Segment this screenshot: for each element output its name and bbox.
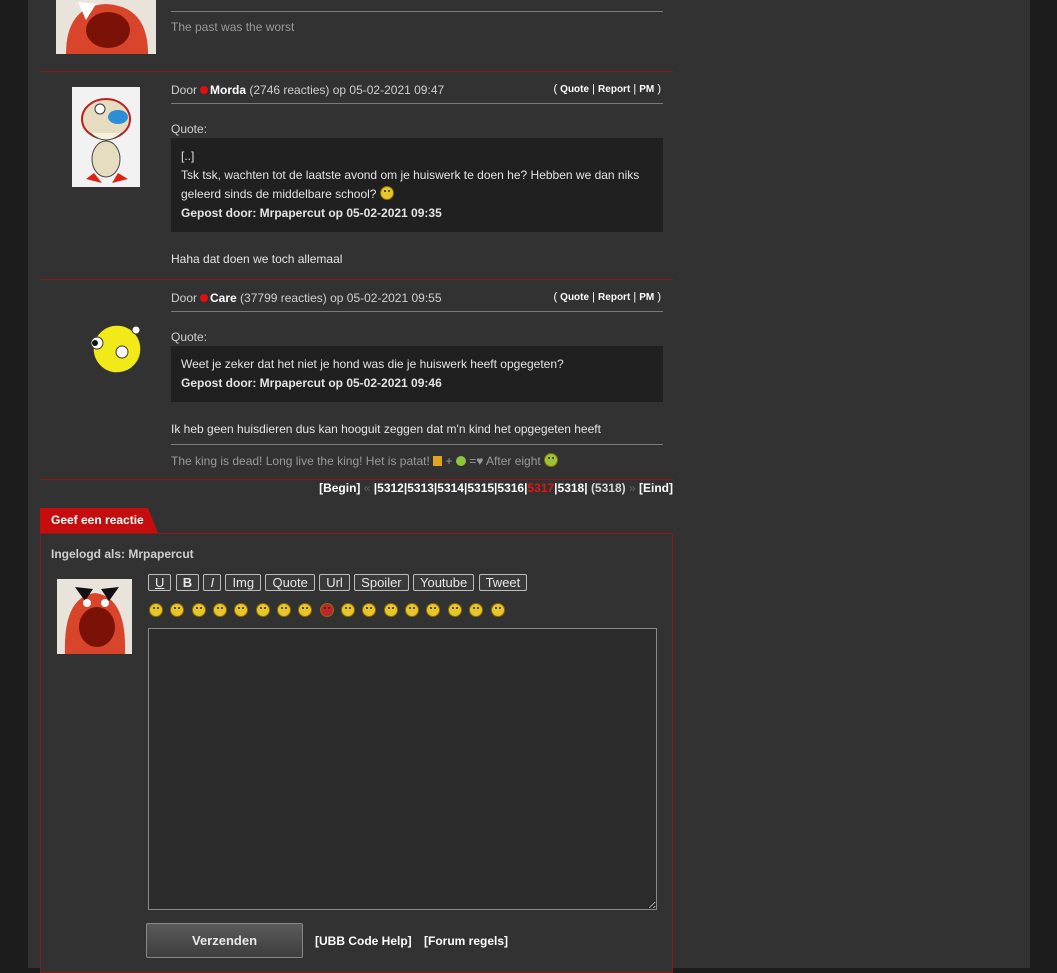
spoiler-button[interactable]: Spoiler <box>354 574 409 591</box>
send-button[interactable]: Verzenden <box>146 923 303 958</box>
pager-page[interactable]: 5316 <box>497 481 524 495</box>
ubb-help-link[interactable]: [UBB Code Help] <box>315 934 412 948</box>
online-status-dot <box>200 86 209 94</box>
smiley-icon[interactable] <box>490 603 505 617</box>
quote-line: geleerd sinds de middelbare school? <box>181 187 377 201</box>
post-body: Ik heb geen huisdieren dus kan hooguit z… <box>171 422 601 436</box>
pager-page[interactable]: 5314 <box>437 481 464 495</box>
author-name[interactable]: Morda <box>210 83 246 97</box>
avatar[interactable] <box>72 87 140 187</box>
quote-button[interactable]: Quote <box>265 574 315 591</box>
quote-attribution: Gepost door: Mrpapercut op 05-02-2021 09… <box>181 376 442 390</box>
signature: The king is dead! Long live the king! He… <box>171 453 559 468</box>
smiley-icon[interactable] <box>426 603 441 617</box>
forum-page: The past was the worst Door Morda (2746 r… <box>28 0 1030 973</box>
ubb-toolbar: U B I Img Quote Url Spoiler Youtube Twee… <box>148 574 528 591</box>
quote-line: Weet je zeker dat het niet je hond was d… <box>181 357 564 371</box>
forum-post: Door Morda (2746 reacties) op 05-02-2021 … <box>40 71 673 280</box>
pager-page[interactable]: 5313 <box>407 481 434 495</box>
quote-label: Quote: <box>171 122 208 136</box>
avatar[interactable] <box>84 317 148 381</box>
door-label: Door <box>171 291 198 305</box>
signature-divider <box>171 11 663 12</box>
smiley-icon <box>379 186 394 200</box>
smiley-icon[interactable] <box>298 603 313 617</box>
img-button[interactable]: Img <box>225 574 262 591</box>
pm-link[interactable]: PM <box>639 292 654 303</box>
pager-current-page: 5317 <box>527 481 555 495</box>
reply-textarea[interactable] <box>148 628 657 910</box>
signature: The past was the worst <box>171 20 295 34</box>
reply-tab: Geef een reactie <box>40 508 158 533</box>
sick-smiley-icon <box>544 453 559 467</box>
post-actions: ( Quote | Report | PM ) <box>553 83 661 95</box>
forum-rules-link[interactable]: [Forum regels] <box>424 934 508 948</box>
smiley-icon[interactable] <box>405 603 420 617</box>
logged-in-label: Ingelogd als: Mrpapercut <box>51 547 194 561</box>
smiley-icon[interactable] <box>255 603 270 617</box>
quote-attribution: Gepost door: Mrpapercut op 05-02-2021 09… <box>181 206 442 220</box>
smiley-icon[interactable] <box>234 603 249 617</box>
forum-post: Door Care (37799 reacties) op 05-02-2021 … <box>40 279 673 480</box>
smiley-icon[interactable] <box>277 603 292 617</box>
angry-smiley-icon[interactable] <box>319 603 334 617</box>
quote-block: [..] Tsk tsk, wachten tot de laatste avo… <box>171 138 663 232</box>
help-links: [UBB Code Help] [Forum regels] <box>315 934 517 948</box>
bold-button[interactable]: B <box>175 574 200 591</box>
underline-button[interactable]: U <box>148 574 172 591</box>
pager-begin[interactable]: [Begin] <box>319 481 360 495</box>
post-body: Haha dat doen we toch allemaal <box>171 252 343 266</box>
youtube-button[interactable]: Youtube <box>412 574 475 591</box>
fries-icon <box>433 456 443 466</box>
quote-line: [..] <box>181 149 195 163</box>
smiley-icon[interactable] <box>447 603 462 617</box>
smiley-icon[interactable] <box>362 603 377 617</box>
quote-link[interactable]: Quote <box>560 292 589 303</box>
quote-link[interactable]: Quote <box>560 84 589 95</box>
post-header: Door Morda (2746 reacties) op 05-02-2021 … <box>171 83 663 104</box>
pagination: [Begin] « |5312|5313|5314|5315|5316|5317… <box>319 481 673 495</box>
smiley-icon[interactable] <box>383 603 398 617</box>
avatar[interactable] <box>56 0 156 54</box>
tweet-button[interactable]: Tweet <box>478 574 528 591</box>
pear-icon <box>455 456 466 466</box>
pager-prev[interactable]: « <box>364 481 371 495</box>
smiley-icon[interactable] <box>149 603 163 617</box>
avatar <box>57 579 132 654</box>
smiley-icon[interactable] <box>341 603 356 617</box>
quote-label: Quote: <box>171 330 208 344</box>
smiley-icon[interactable] <box>469 603 484 617</box>
post-meta: (2746 reacties) op 05-02-2021 09:47 <box>249 83 445 97</box>
post-header: Door Care (37799 reacties) op 05-02-2021 … <box>171 291 663 312</box>
url-button[interactable]: Url <box>319 574 350 591</box>
online-status-dot <box>200 294 209 302</box>
smiley-icon[interactable] <box>170 603 185 617</box>
door-label: Door <box>171 83 198 97</box>
pager-end[interactable]: [Eind] <box>639 481 673 495</box>
signature-divider <box>171 444 663 445</box>
italic-button[interactable]: I <box>203 574 222 591</box>
quote-block: Weet je zeker dat het niet je hond was d… <box>171 346 663 402</box>
heart-icon: ♥ <box>476 454 484 468</box>
forum-post: The past was the worst <box>40 0 673 72</box>
smiley-bar <box>149 603 509 618</box>
pager-next[interactable]: » <box>629 481 636 495</box>
report-link[interactable]: Report <box>598 84 630 95</box>
pager-page[interactable]: 5312 <box>377 481 404 495</box>
quote-line: Tsk tsk, wachten tot de laatste avond om… <box>181 168 640 182</box>
pager-total: (5318) <box>590 481 626 495</box>
pager-page[interactable]: 5315 <box>467 481 494 495</box>
author-name[interactable]: Care <box>210 291 237 305</box>
reply-form: Ingelogd als: Mrpapercut U B I Img Quote… <box>40 533 673 973</box>
post-meta: (37799 reacties) op 05-02-2021 09:55 <box>240 291 442 305</box>
pager-page[interactable]: 5318 <box>558 481 585 495</box>
smiley-icon[interactable] <box>213 603 228 617</box>
report-link[interactable]: Report <box>598 292 630 303</box>
post-actions: ( Quote | Report | PM ) <box>553 291 661 303</box>
pm-link[interactable]: PM <box>639 84 654 95</box>
smiley-icon[interactable] <box>191 603 206 617</box>
